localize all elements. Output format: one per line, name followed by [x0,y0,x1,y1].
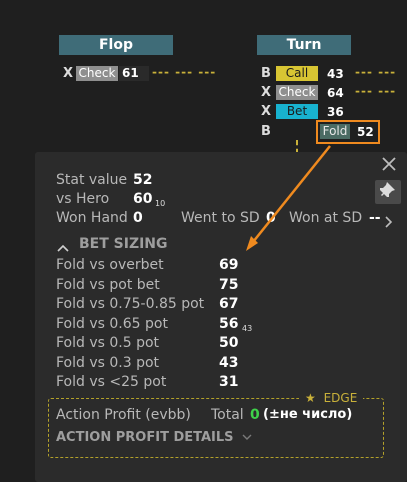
total-value: 0 [250,407,260,423]
action-profit-details[interactable]: ACTION PROFIT DETAILS [56,430,252,445]
details-label: ACTION PROFIT DETAILS [56,430,234,445]
action-profit-label: Action Profit (evbb) [56,407,191,423]
edge-label: EDGE [323,391,358,405]
star-icon: ★ [305,391,316,405]
total-note: (±не число) [263,407,353,422]
chevron-down-icon [242,430,252,445]
edge-header: ★ EDGE [299,391,364,405]
total-label: Total [211,407,244,423]
